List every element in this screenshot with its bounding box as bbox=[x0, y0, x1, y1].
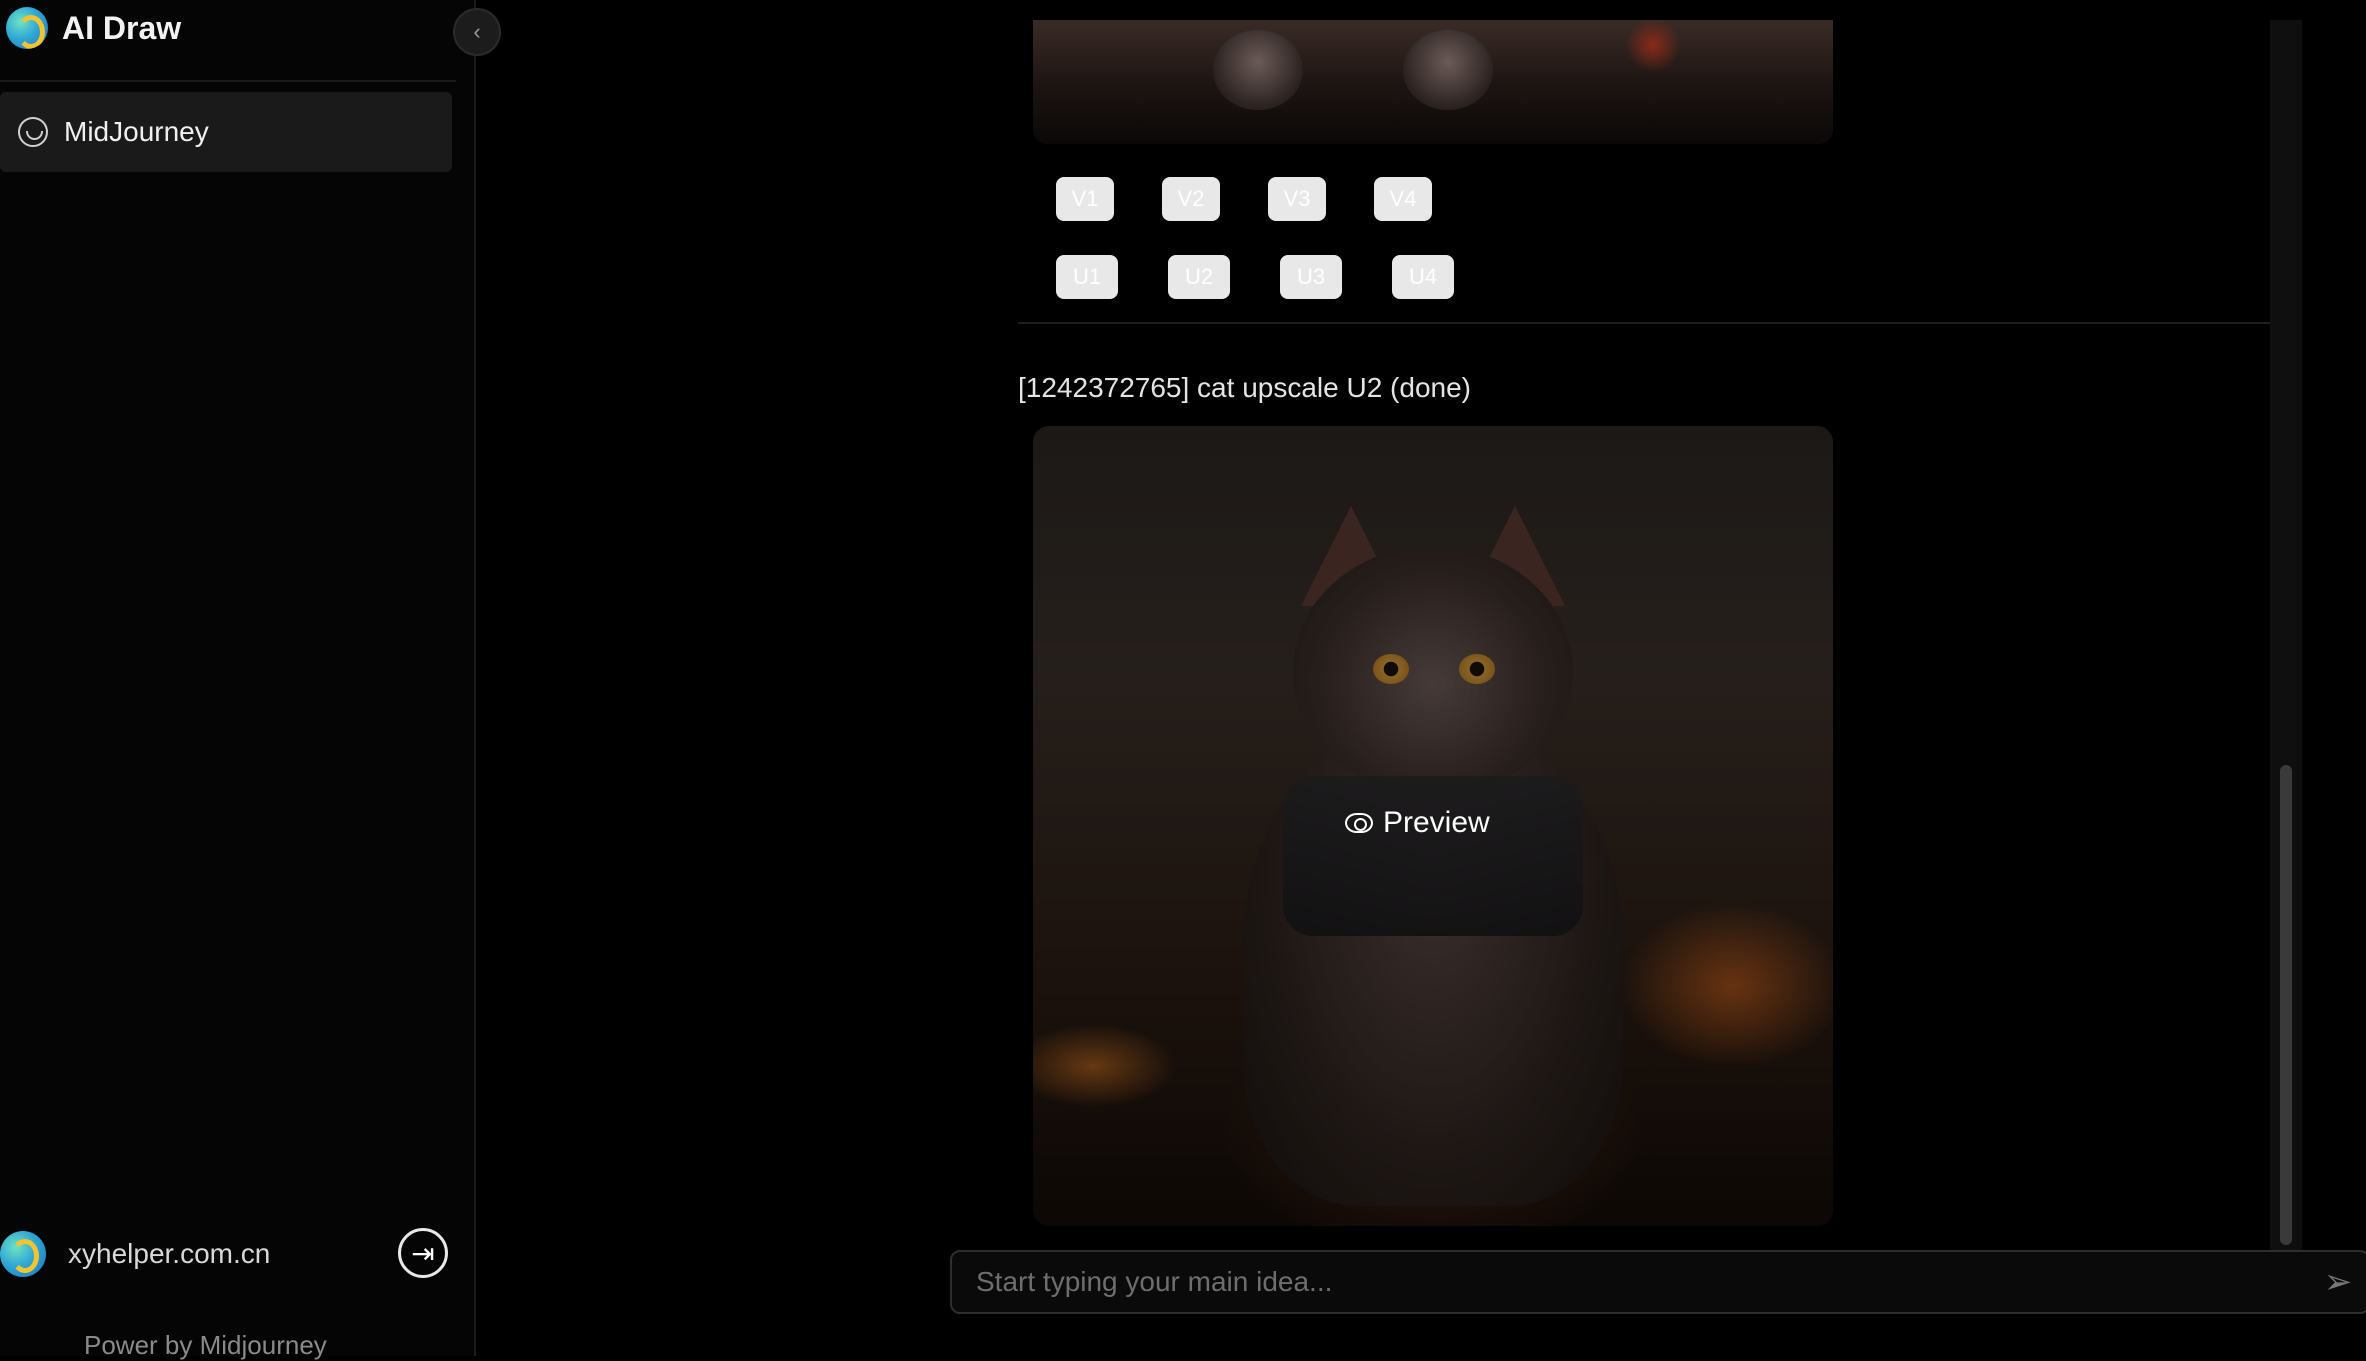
message-feed[interactable]: V1 V2 V3 V4 U1 U2 U3 U4 [1242372765] cat… bbox=[1018, 20, 2270, 1250]
sidebar: AI Draw MidJourney xyhelper.com.cn ⇥ Pow… bbox=[0, 0, 476, 1360]
sidebar-item-label: MidJourney bbox=[64, 116, 209, 147]
upscale-button-u3[interactable]: U3 bbox=[1280, 255, 1342, 299]
upscale-button-u2[interactable]: U2 bbox=[1168, 255, 1230, 299]
image-detail bbox=[1213, 30, 1303, 110]
sidebar-divider bbox=[0, 80, 456, 82]
logout-icon: ⇥ bbox=[411, 1237, 435, 1269]
power-by-text: Power by Midjourney bbox=[84, 1330, 327, 1360]
scrollbar-thumb[interactable] bbox=[2280, 765, 2292, 1245]
main-content: V1 V2 V3 V4 U1 U2 U3 U4 [1242372765] cat… bbox=[478, 0, 2366, 1356]
task-message: [1242372765] cat upscale U2 (done) bbox=[1018, 372, 1471, 403]
prompt-bar: ➢ bbox=[950, 1250, 2366, 1314]
preview-label: Preview bbox=[1383, 806, 1490, 839]
preview-button[interactable]: Preview bbox=[1345, 806, 1490, 840]
prompt-input[interactable] bbox=[974, 1252, 2318, 1312]
collapse-sidebar-button[interactable]: ‹ bbox=[453, 8, 501, 56]
brand: AI Draw bbox=[6, 6, 181, 50]
app-title: AI Draw bbox=[62, 9, 182, 46]
site-domain[interactable]: xyhelper.com.cn bbox=[68, 1238, 270, 1270]
smile-icon bbox=[18, 117, 48, 147]
site-logo-icon bbox=[0, 1231, 46, 1277]
variation-button-v1[interactable]: V1 bbox=[1056, 177, 1114, 221]
upscale-button-u1[interactable]: U1 bbox=[1056, 255, 1118, 299]
logout-button[interactable]: ⇥ bbox=[398, 1228, 448, 1278]
chevron-left-icon: ‹ bbox=[473, 19, 481, 44]
variation-button-v3[interactable]: V3 bbox=[1268, 177, 1326, 221]
scrollbar-track[interactable] bbox=[2270, 20, 2302, 1250]
sidebar-footer: xyhelper.com.cn ⇥ bbox=[0, 1226, 456, 1282]
image-detail bbox=[1623, 20, 1683, 70]
upscale-buttons: U1 U2 U3 U4 bbox=[1056, 255, 1504, 299]
upscale-button-u4[interactable]: U4 bbox=[1392, 255, 1454, 299]
image-detail bbox=[1403, 30, 1493, 110]
variation-button-v4[interactable]: V4 bbox=[1374, 177, 1432, 221]
variation-buttons: V1 V2 V3 V4 bbox=[1056, 177, 1480, 221]
generated-grid-image[interactable] bbox=[1033, 20, 1833, 144]
eye-icon bbox=[1345, 813, 1373, 833]
message-divider bbox=[1018, 322, 2270, 324]
sidebar-item-midjourney[interactable]: MidJourney bbox=[0, 92, 452, 172]
variation-button-v2[interactable]: V2 bbox=[1162, 177, 1220, 221]
app-logo-icon bbox=[6, 7, 48, 49]
send-icon[interactable]: ➢ bbox=[2318, 1262, 2358, 1302]
upscaled-image[interactable]: Preview bbox=[1033, 426, 1833, 1226]
